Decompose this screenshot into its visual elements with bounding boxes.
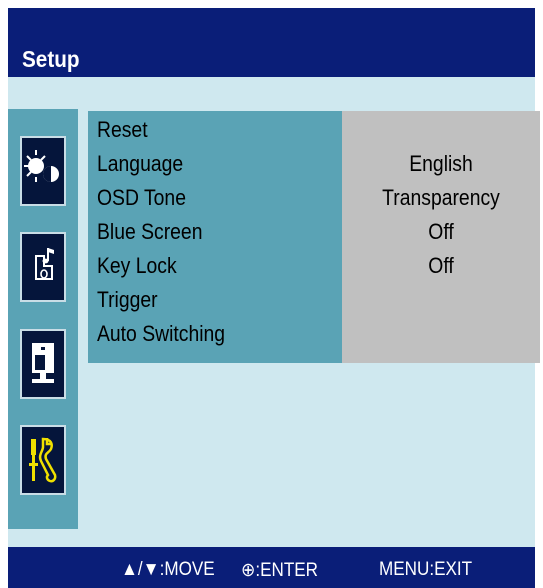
- language-value: English: [409, 151, 473, 176]
- move-hint: ▲/▼:MOVE: [121, 559, 215, 580]
- menu-item-reset[interactable]: Reset: [97, 113, 148, 147]
- values-panel: English Transparency Off Off: [342, 111, 540, 363]
- menu-item-language[interactable]: Language: [97, 147, 183, 181]
- audio-icon: [35, 248, 54, 280]
- sidebar-item-picture[interactable]: [20, 136, 66, 206]
- menu-item-osd-tone[interactable]: OSD Tone: [97, 181, 186, 215]
- menu-item-auto-switching[interactable]: Auto Switching: [97, 317, 225, 351]
- osd-tone-value: Transparency: [382, 185, 500, 210]
- osd-header: Setup: [8, 8, 535, 77]
- key-lock-value: Off: [428, 253, 454, 278]
- sidebar-item-setup[interactable]: [20, 425, 66, 495]
- category-sidebar: [8, 109, 78, 529]
- sidebar-item-audio[interactable]: [20, 232, 66, 302]
- osd-title: Setup: [22, 46, 80, 72]
- menu-item-blue-screen[interactable]: Blue Screen: [97, 215, 202, 249]
- exit-hint: MENU:EXIT: [379, 559, 473, 580]
- input-icon: [32, 343, 54, 383]
- osd-footer: ▲/▼:MOVE ⊕:ENTER MENU:EXIT: [8, 547, 535, 588]
- menu-item-key-lock[interactable]: Key Lock: [97, 249, 177, 283]
- menu-item-trigger[interactable]: Trigger: [97, 283, 158, 317]
- blue-screen-value: Off: [428, 219, 454, 244]
- setup-menu: Reset Language OSD Tone Blue Screen Key …: [88, 111, 342, 363]
- enter-hint: ⊕:ENTER: [241, 560, 319, 581]
- picture-icon: [24, 150, 59, 182]
- sidebar-item-input[interactable]: [20, 329, 66, 399]
- setup-tools-icon: [29, 437, 57, 483]
